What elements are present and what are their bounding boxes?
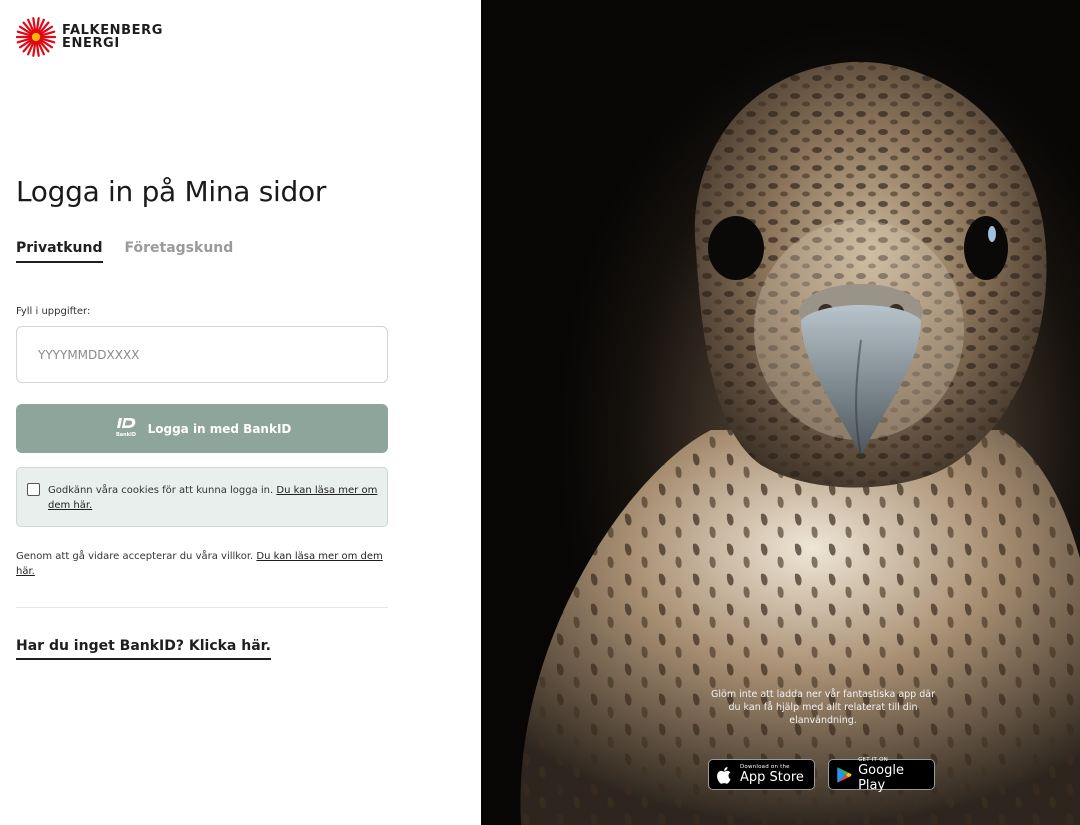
google-play-label: GET IT ON Google Play: [858, 757, 927, 793]
sun-logo-icon: [16, 17, 56, 57]
google-play-button[interactable]: GET IT ON Google Play: [828, 757, 935, 793]
terms-text: Genom att gå vidare accepterar du våra v…: [16, 549, 388, 579]
no-bankid-link[interactable]: Har du inget BankID? Klicka här.: [16, 638, 271, 660]
cookie-consent-checkbox[interactable]: [27, 483, 40, 496]
bankid-icon-caption: BankID: [116, 432, 136, 438]
personal-number-field-wrapper: [16, 326, 388, 383]
personal-number-input[interactable]: [17, 327, 387, 382]
brand-logo[interactable]: FALKENBERG ENERGI: [16, 17, 163, 57]
brand-line-2: ENERGI: [62, 36, 120, 51]
tab-foretagskund[interactable]: Företagskund: [125, 240, 234, 263]
divider: [16, 607, 388, 608]
app-store-label: Download on the App Store: [740, 764, 804, 785]
google-play-icon: [837, 766, 852, 783]
app-store-big-text: App Store: [740, 770, 804, 785]
cookie-consent-label: Godkänn våra cookies för att kunna logga…: [48, 485, 274, 496]
tab-privatkund[interactable]: Privatkund: [16, 240, 103, 263]
bankid-icon: BankID: [116, 417, 136, 438]
hero-panel: Glöm inte att ladda ner vår fantastiska …: [481, 0, 1080, 825]
login-panel: FALKENBERG ENERGI Logga in på Mina sidor…: [0, 0, 481, 825]
customer-type-tabs: Privatkund Företagskund: [16, 240, 255, 263]
field-label: Fyll i uppgifter:: [16, 306, 91, 317]
cookie-consent-box: Godkänn våra cookies för att kunna logga…: [16, 467, 388, 527]
page-title: Logga in på Mina sidor: [16, 175, 327, 208]
app-promo-text: Glöm inte att ladda ner vår fantastiska …: [711, 689, 935, 726]
bankid-login-button[interactable]: BankID Logga in med BankID: [16, 404, 388, 453]
cookie-consent-text: Godkänn våra cookies för att kunna logga…: [48, 483, 378, 513]
bankid-button-label: Logga in med BankID: [147, 421, 292, 436]
terms-label: Genom att gå vidare accepterar du våra v…: [16, 551, 254, 562]
app-store-button[interactable]: Download on the App Store: [708, 759, 815, 790]
google-play-big-text: Google Play: [858, 762, 904, 793]
sun-core: [32, 33, 40, 41]
brand-name: FALKENBERG ENERGI: [62, 24, 163, 50]
apple-icon: [717, 766, 731, 784]
